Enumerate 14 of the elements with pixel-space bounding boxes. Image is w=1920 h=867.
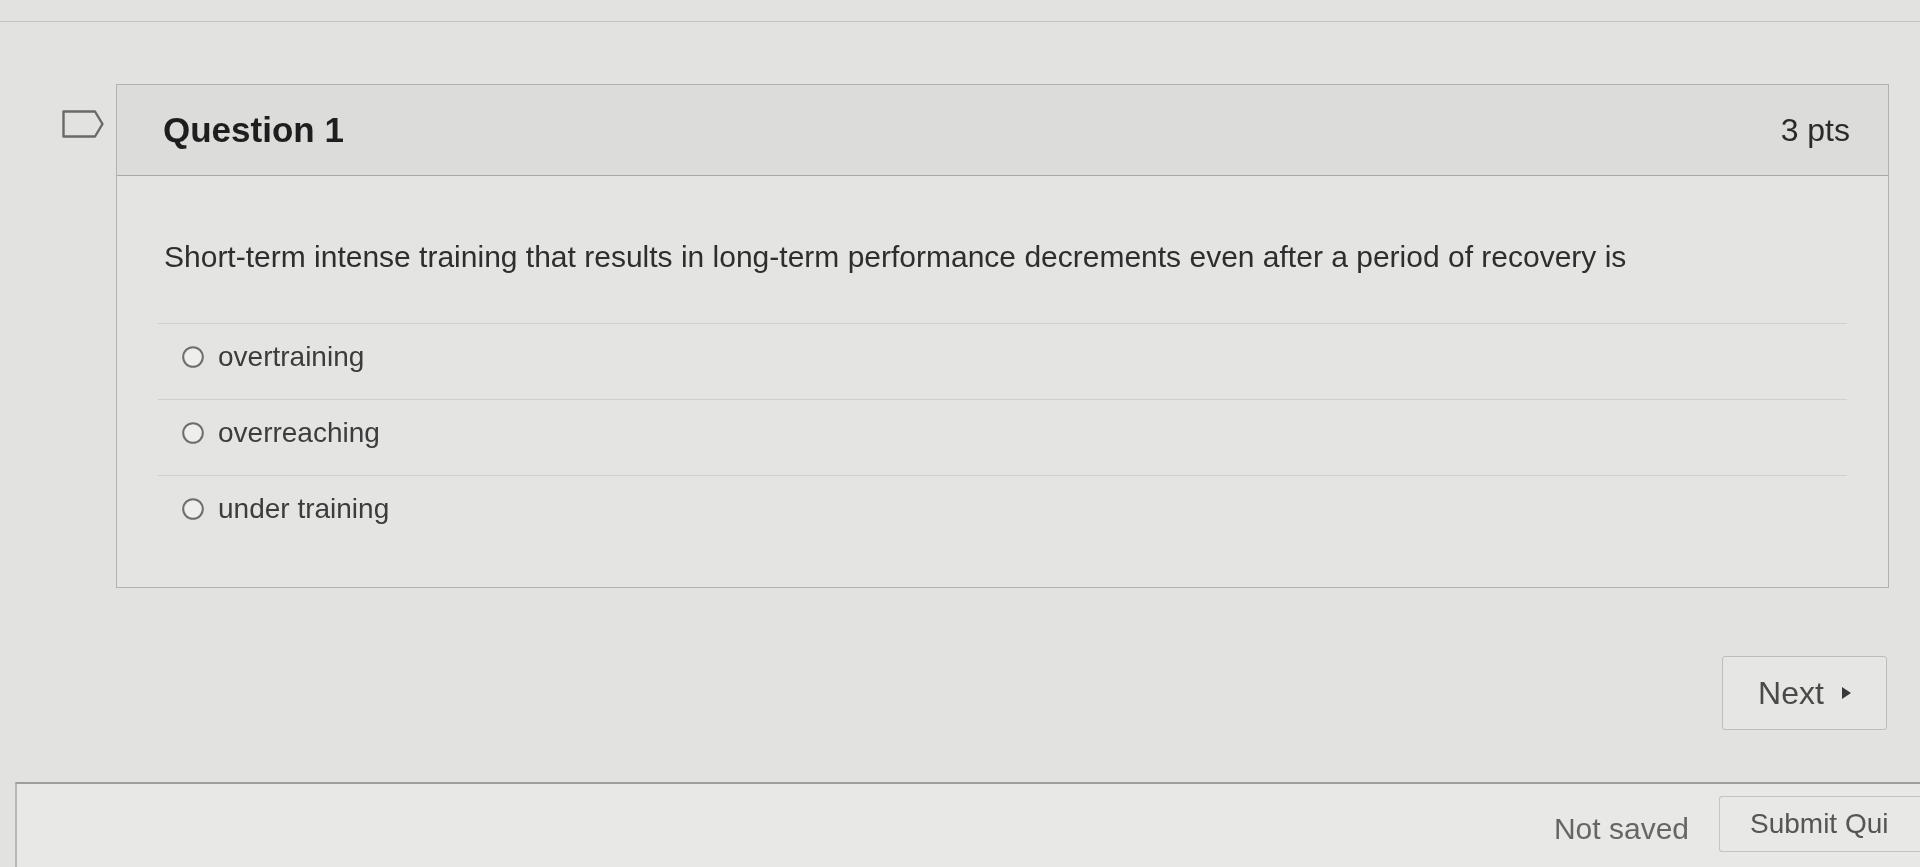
radio-button[interactable] <box>182 345 204 368</box>
radio-button[interactable] <box>182 421 204 444</box>
submit-quiz-button[interactable]: Submit Qui <box>1719 796 1920 852</box>
radio-button[interactable] <box>182 497 204 520</box>
answer-option[interactable]: overtraining <box>218 335 365 378</box>
save-status: Not saved <box>1553 811 1689 847</box>
question-title: Question 1 <box>163 108 344 151</box>
answer-option[interactable]: under training <box>218 487 390 530</box>
next-button[interactable]: Next <box>1722 656 1887 730</box>
question-text: Short-term intense training that results in long-term performance decrements even after a period of recovery is <box>163 239 1628 275</box>
flag-icon[interactable] <box>62 110 104 138</box>
caret-icon <box>1841 687 1851 699</box>
answer-option[interactable]: overreaching <box>218 411 380 454</box>
points-label: 3 pts <box>1780 111 1850 150</box>
